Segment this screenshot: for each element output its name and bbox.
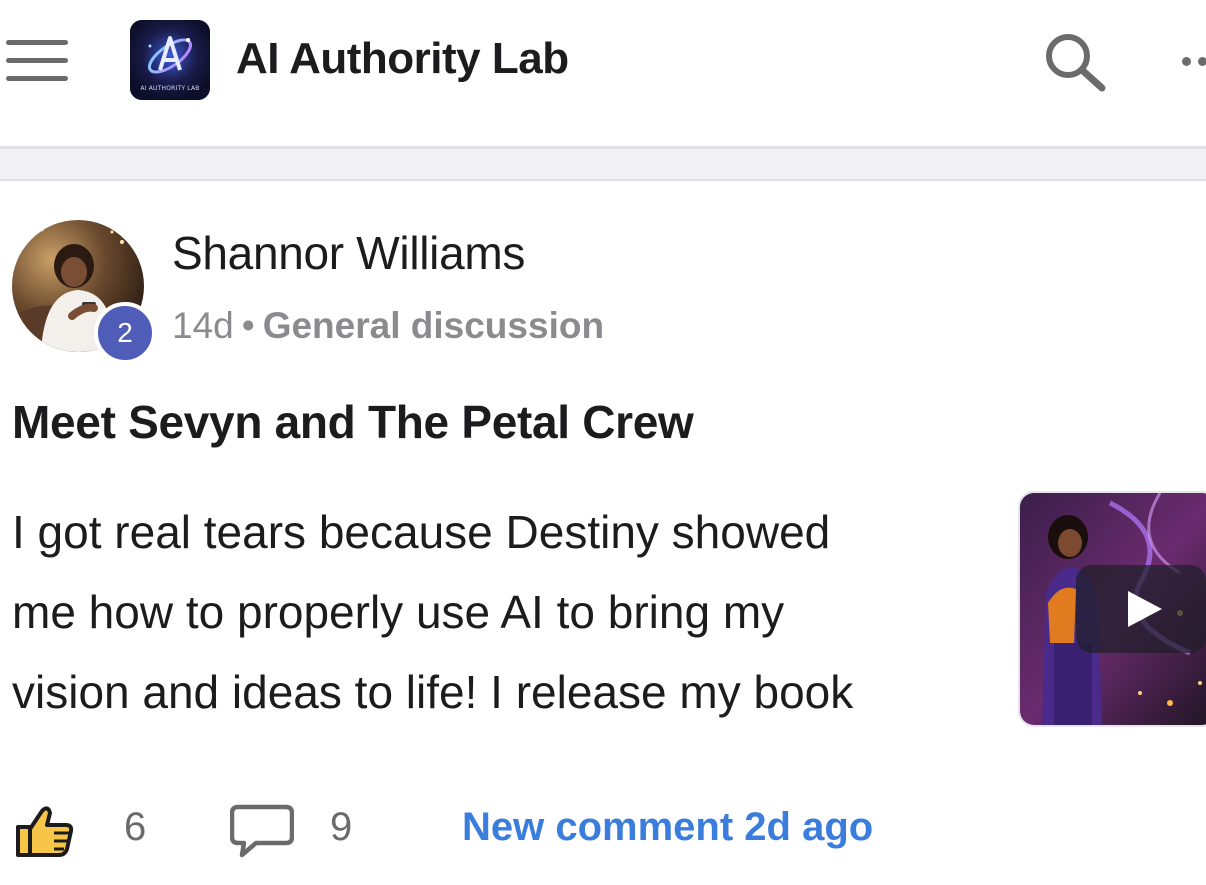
community-logo[interactable]: AI AUTHORITY LAB [130,20,210,100]
play-button[interactable] [1076,565,1206,653]
author-name[interactable]: Shannor Williams [172,226,525,280]
thumbs-up-icon[interactable] [14,803,76,859]
level-badge: 2 [94,302,156,364]
post-body: I got real tears because Destiny showed … [12,492,1002,732]
search-icon[interactable] [1042,30,1108,92]
logo-label: AI AUTHORITY LAB [140,85,200,92]
post-body-line: I got real tears because Destiny showed [12,506,831,558]
post-age: 14d [172,305,234,346]
comment-icon[interactable] [229,803,295,859]
post-body-line: me how to properly use AI to bring my [12,586,785,638]
more-dots-icon[interactable] [1176,54,1206,68]
comment-count: 9 [330,805,353,849]
play-icon [1128,591,1162,627]
section-divider [0,149,1206,181]
category-link[interactable]: General discussion [263,305,604,346]
hamburger-menu-icon[interactable] [6,40,68,82]
like-count: 6 [124,805,147,849]
post-body-line: vision and ideas to life! I release my b… [12,666,854,718]
community-title[interactable]: AI Authority Lab [236,34,569,84]
meta-separator: • [241,305,255,346]
video-thumbnail[interactable] [1018,491,1206,727]
post-actions: 6 9 New comment 2d ago [0,801,1206,861]
post-card[interactable]: 2 Shannor Williams 14d • General discussio… [0,181,1206,885]
post-title[interactable]: Meet Sevyn and The Petal Crew [12,395,694,449]
post-meta: 14d • General discussion [172,305,604,347]
new-comment-link[interactable]: New comment 2d ago [462,805,873,850]
top-app-bar: AI AUTHORITY LAB AI Authority Lab [0,0,1206,149]
